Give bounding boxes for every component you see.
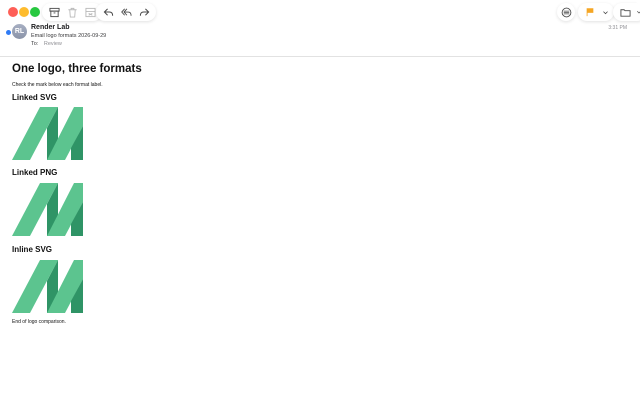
move-to-folder-button[interactable] xyxy=(617,4,633,20)
body-intro: Check the mark below each format label. xyxy=(12,82,103,88)
forward-button[interactable] xyxy=(136,4,152,20)
chevron-down-icon xyxy=(636,11,640,14)
trash-button[interactable] xyxy=(64,4,80,20)
section-label: Linked PNG xyxy=(12,168,58,177)
flag-group xyxy=(578,3,614,21)
reply-all-icon xyxy=(120,8,132,16)
body-closing: End of logo comparison. xyxy=(12,319,66,325)
section-linked-png: Linked PNG xyxy=(12,167,612,236)
mute-button[interactable] xyxy=(558,4,574,20)
subject-line: Email logo formats 2026-09-29 xyxy=(31,33,107,39)
mute-icon xyxy=(561,7,571,17)
flag-menu-button[interactable] xyxy=(600,4,610,20)
reply-button[interactable] xyxy=(100,4,116,20)
section-inline-svg: Inline SVG xyxy=(12,244,612,313)
body-title: One logo, three formats xyxy=(12,63,142,75)
forward-icon xyxy=(139,7,149,16)
reply-actions-group xyxy=(96,3,156,21)
recipient-name[interactable]: Review xyxy=(44,41,62,47)
folder-icon xyxy=(619,8,631,17)
recipient-line: To: Review xyxy=(31,41,62,47)
message-header: RL Render Lab Email logo formats 2026-09… xyxy=(0,20,640,57)
minimize-window-button[interactable] xyxy=(19,7,29,17)
trash-icon xyxy=(67,7,77,18)
flag-button[interactable] xyxy=(582,4,598,20)
move-menu-button[interactable] xyxy=(635,4,640,20)
mail-window: RL Render Lab Email logo formats 2026-09… xyxy=(0,0,640,418)
received-time: 3:31 PM xyxy=(608,25,627,31)
move-group xyxy=(613,3,640,21)
section-label: Linked SVG xyxy=(12,93,57,102)
to-label: To: xyxy=(31,41,39,47)
section-linked-svg: Linked SVG xyxy=(12,92,612,160)
unread-indicator xyxy=(6,30,11,35)
section-label: Inline SVG xyxy=(12,245,53,254)
logo-image xyxy=(12,107,83,160)
reply-icon xyxy=(103,7,113,16)
avatar: RL xyxy=(12,24,27,39)
archive-button[interactable] xyxy=(46,4,62,20)
close-window-button[interactable] xyxy=(8,7,18,17)
logo-image xyxy=(12,260,83,313)
reply-all-button[interactable] xyxy=(118,4,134,20)
junk-icon xyxy=(84,7,96,17)
message-body: One logo, three formats Check the mark b… xyxy=(12,62,612,330)
chevron-down-icon xyxy=(602,10,608,14)
archive-icon xyxy=(48,7,60,17)
flag-icon xyxy=(586,8,594,17)
zoom-window-button[interactable] xyxy=(30,7,40,17)
logo-image xyxy=(12,183,83,236)
mute-group xyxy=(557,3,575,21)
sender-name[interactable]: Render Lab xyxy=(31,24,70,31)
message-actions-group xyxy=(42,3,102,21)
